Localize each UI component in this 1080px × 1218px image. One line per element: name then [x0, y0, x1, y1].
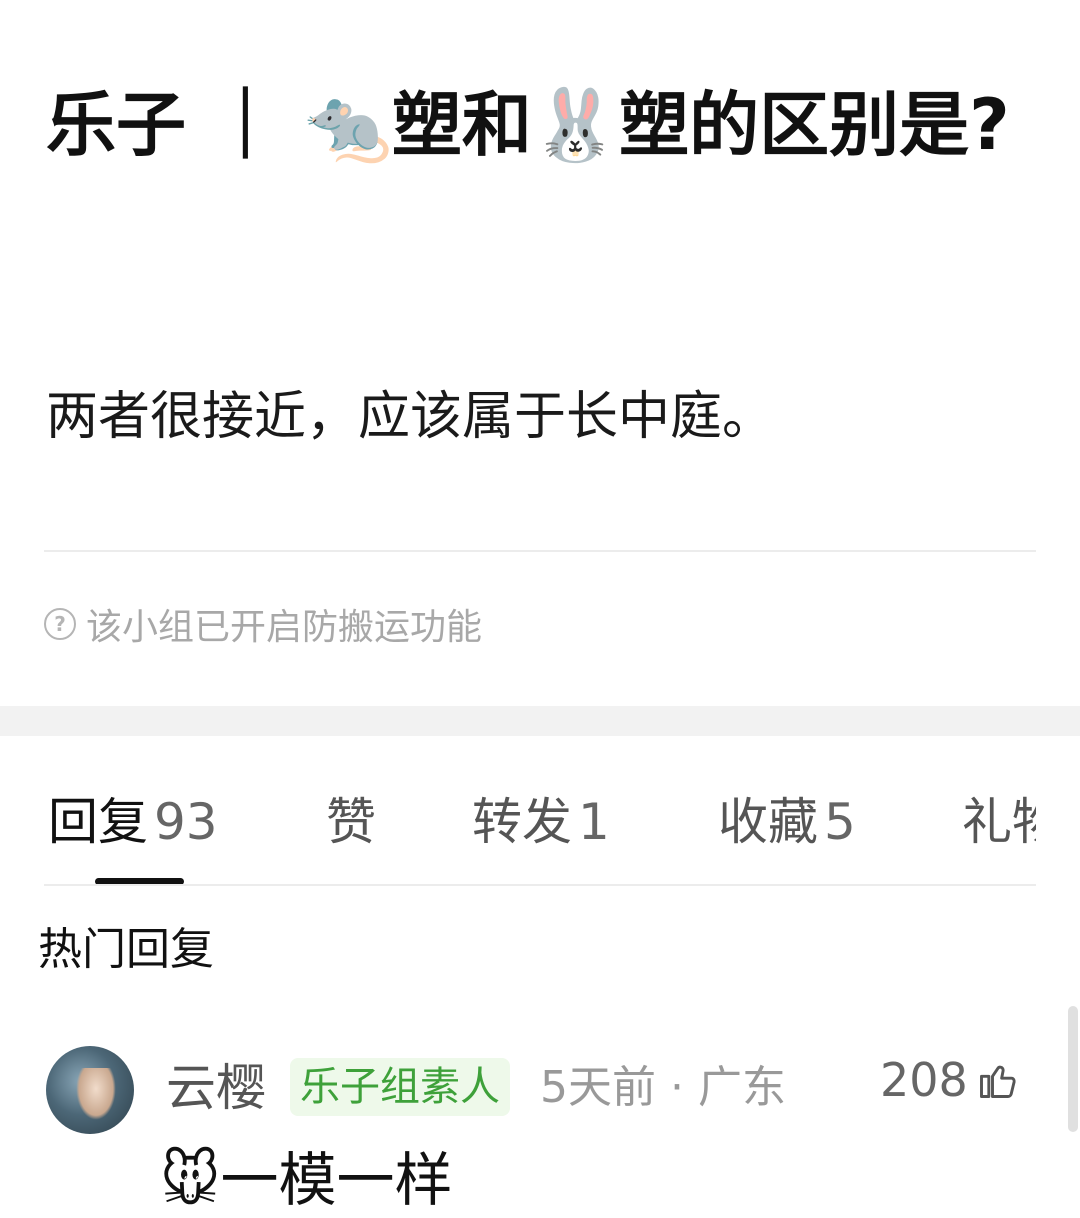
tab-likes-label: 赞 — [326, 793, 376, 851]
tab-gifts-label: 礼物 — [962, 793, 1036, 851]
mouse-emoji: 🐭 — [160, 1146, 221, 1214]
tab-gifts[interactable]: 礼物 — [962, 790, 1036, 854]
rabbit-emoji: 🐰 — [531, 84, 620, 166]
tab-reposts-label: 转发 — [472, 793, 572, 851]
tab-replies-count: 93 — [154, 793, 218, 851]
comment-like-button[interactable]: 208 — [880, 1050, 1020, 1110]
tabs-divider — [44, 884, 1036, 886]
interaction-tabs: 回复93 赞 转发1 收藏5 礼物 — [0, 790, 1036, 860]
hot-replies-heading: 热门回复 — [38, 924, 214, 975]
tab-reposts[interactable]: 转发 1 — [472, 790, 610, 854]
rat-emoji: 🐀 — [304, 84, 392, 166]
tab-collections[interactable]: 收藏 5 — [718, 790, 856, 854]
section-separator-band — [0, 706, 1080, 736]
title-suffix: 塑的区别是? — [619, 84, 1010, 166]
member-badge: 乐子组素人 — [290, 1058, 510, 1116]
tab-collections-label: 收藏 — [718, 793, 818, 851]
comment-body: 一模一样 — [220, 1146, 453, 1214]
question-circle-icon: ? — [44, 608, 76, 640]
comment-text: 🐭一模一样 — [160, 1142, 453, 1218]
tab-likes[interactable]: 赞 — [326, 790, 376, 854]
scrollbar[interactable] — [1068, 1006, 1078, 1132]
notice-text: 该小组已开启防搬运功能 — [86, 607, 483, 648]
comment-like-count: 208 — [880, 1053, 968, 1107]
tab-replies-label: 回复 — [48, 793, 148, 851]
tab-collections-count: 5 — [824, 793, 856, 851]
comment-username[interactable]: 云樱 — [166, 1056, 266, 1120]
content-divider — [44, 550, 1036, 552]
title-prefix: 乐子 ｜ — [46, 84, 305, 166]
tab-replies[interactable]: 回复 93 — [48, 790, 218, 854]
thumbs-up-icon — [979, 1065, 1016, 1098]
post-title: 乐子 ｜ 🐀塑和🐰塑的区别是? — [46, 68, 1036, 182]
tab-reposts-count: 1 — [578, 793, 610, 851]
anti-repost-notice[interactable]: ? 该小组已开启防搬运功能 — [44, 598, 482, 650]
user-avatar[interactable] — [46, 1046, 134, 1134]
title-mid: 塑和 — [391, 84, 532, 166]
post-body: 两者很接近，应该属于长中庭。 — [46, 387, 775, 447]
comment-meta: 5天前 · 广东 — [540, 1062, 786, 1113]
